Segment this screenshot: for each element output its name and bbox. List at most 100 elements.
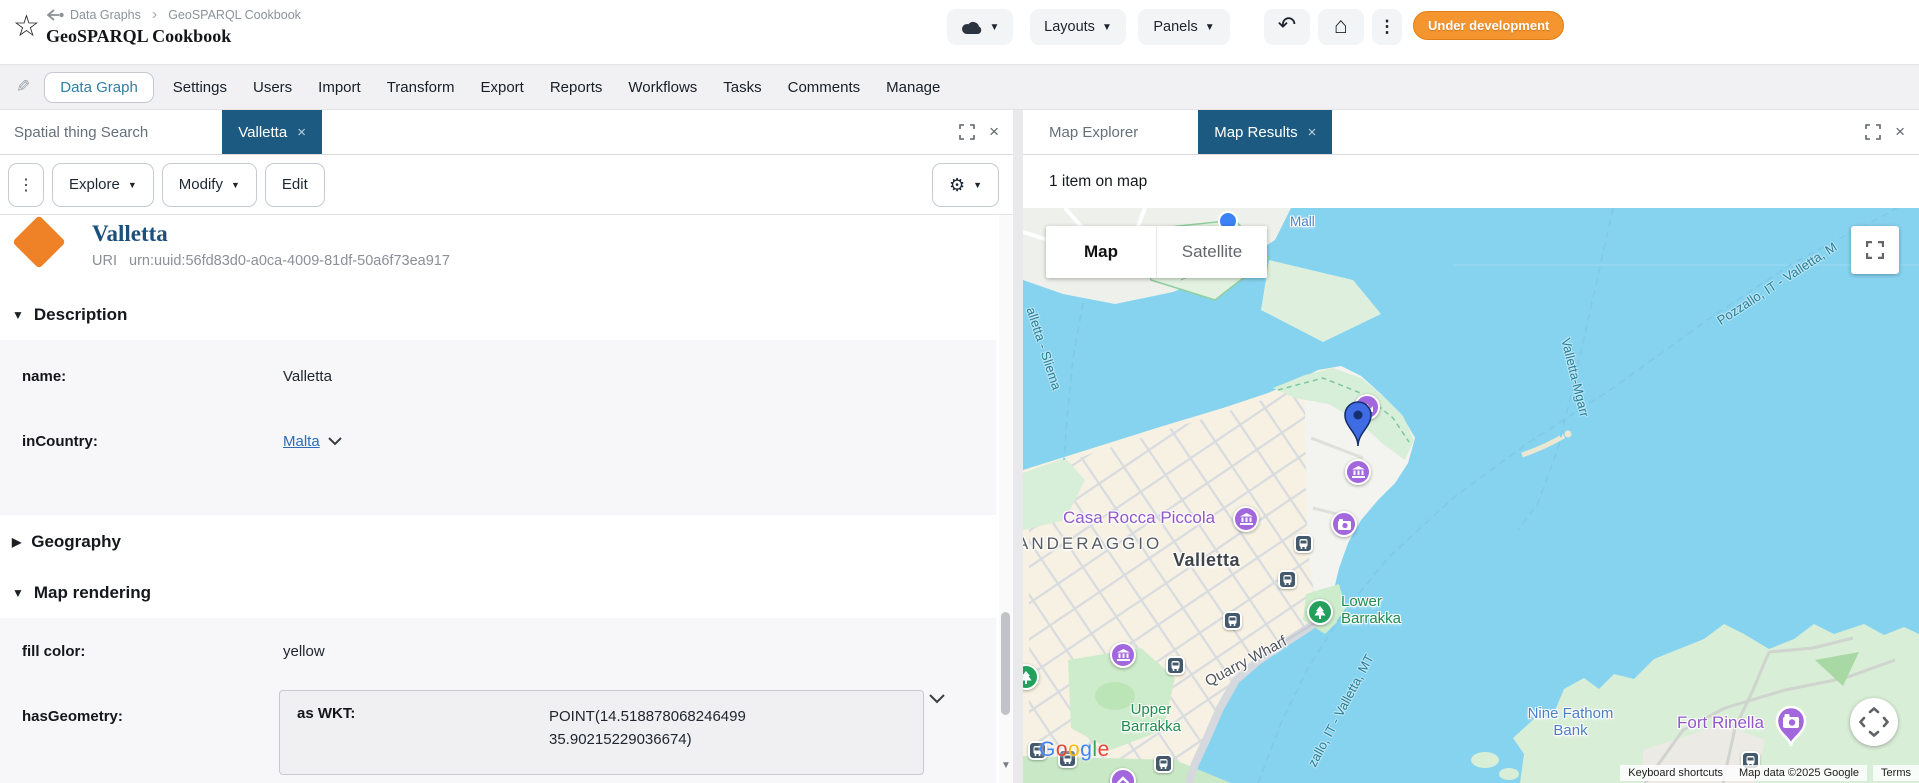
- section-geography[interactable]: ▶ Geography: [12, 532, 121, 552]
- map-pan-control[interactable]: [1850, 698, 1898, 746]
- tab-import[interactable]: Import: [318, 79, 361, 96]
- edit-button[interactable]: Edit: [265, 163, 325, 207]
- malta-link[interactable]: Malta: [283, 433, 320, 450]
- tab-users[interactable]: Users: [253, 79, 292, 96]
- breadcrumb-item[interactable]: Data Graphs: [70, 8, 141, 22]
- panels-label: Panels: [1153, 19, 1197, 35]
- explore-button[interactable]: Explore ▼: [52, 163, 154, 207]
- layouts-button[interactable]: Layouts▼: [1030, 9, 1126, 45]
- section-map-rendering[interactable]: ▼ Map rendering: [12, 583, 151, 603]
- left-panel-scrollbar[interactable]: ▼: [999, 215, 1012, 783]
- close-tab-icon[interactable]: ×: [297, 124, 306, 141]
- poi-photo-icon[interactable]: [1331, 511, 1357, 537]
- google-logo[interactable]: Google: [1039, 738, 1110, 762]
- google-map[interactable]: Mall Casa Rocca Piccola ANDERAGGIO Valle…: [1023, 208, 1919, 783]
- bus-stop-icon[interactable]: [1223, 611, 1242, 630]
- map-label-lower-barrakka: Lower Barrakka: [1341, 594, 1427, 627]
- tab-workflows[interactable]: Workflows: [628, 79, 697, 96]
- map-type-satellite-button[interactable]: Satellite: [1157, 226, 1267, 278]
- fillcolor-field-label: fill color:: [22, 643, 85, 660]
- chevron-down-icon: ▼: [1205, 22, 1215, 33]
- favorite-star-icon[interactable]: ☆: [13, 12, 40, 42]
- pan-arrows-icon: [1859, 707, 1889, 737]
- scrollbar-down-arrow[interactable]: ▼: [1001, 760, 1011, 771]
- map-type-map-button[interactable]: Map: [1046, 226, 1156, 278]
- result-map-pin[interactable]: [1343, 401, 1373, 447]
- collapse-triangle-icon: ▼: [12, 586, 24, 600]
- toolbar-kebab-button[interactable]: ⋮: [8, 163, 44, 207]
- chevron-down-icon: ▼: [990, 22, 1000, 33]
- expand-geometry-chevron-icon[interactable]: [928, 693, 946, 705]
- section-map-rendering-label: Map rendering: [34, 583, 151, 603]
- explore-label: Explore: [69, 176, 120, 193]
- map-label-nine-fathom-bank: Nine Fathom Bank: [1523, 705, 1618, 740]
- tab-reports[interactable]: Reports: [550, 79, 603, 96]
- close-panel-icon[interactable]: ×: [1895, 122, 1905, 142]
- section-description[interactable]: ▼ Description: [12, 305, 127, 325]
- tab-settings[interactable]: Settings: [173, 79, 227, 96]
- bus-stop-icon[interactable]: [1278, 570, 1297, 589]
- tab-map-explorer[interactable]: Map Explorer: [1023, 110, 1152, 154]
- scrollbar-thumb[interactable]: [1001, 612, 1010, 715]
- expand-panel-icon[interactable]: [1865, 124, 1881, 140]
- bus-stop-icon[interactable]: [1294, 534, 1313, 553]
- map-terrain: [1023, 208, 1919, 783]
- undo-icon: ↶: [1278, 12, 1296, 38]
- undo-button[interactable]: ↶: [1264, 9, 1310, 45]
- home-button[interactable]: ⌂: [1318, 9, 1364, 45]
- keyboard-shortcuts-link[interactable]: Keyboard shortcuts: [1620, 765, 1731, 781]
- tab-spatial-thing-search[interactable]: Spatial thing Search: [0, 110, 162, 154]
- tab-manage[interactable]: Manage: [886, 79, 940, 96]
- cloud-menu-button[interactable]: ▼: [947, 9, 1013, 45]
- map-label-manderaggio: ANDERAGGIO: [1023, 534, 1162, 554]
- tab-map-results[interactable]: Map Results ×: [1198, 110, 1332, 154]
- chevron-down-icon[interactable]: [328, 437, 342, 446]
- tab-export[interactable]: Export: [480, 79, 523, 96]
- map-fullscreen-button[interactable]: [1851, 226, 1899, 274]
- poi-museum-icon[interactable]: [1110, 642, 1136, 668]
- edit-label: Edit: [282, 176, 308, 193]
- fullscreen-icon: [1866, 241, 1884, 259]
- back-arrow-icon[interactable]: [46, 9, 64, 21]
- more-options-button[interactable]: ⋮: [1372, 9, 1402, 45]
- section-description-label: Description: [34, 305, 128, 325]
- poi-museum-icon[interactable]: [1345, 459, 1371, 485]
- bus-stop-icon[interactable]: [1166, 656, 1185, 675]
- under-development-badge: Under development: [1413, 11, 1564, 40]
- poi-museum-icon[interactable]: [1233, 506, 1259, 532]
- modify-button[interactable]: Modify▼: [162, 163, 257, 207]
- edit-pencil-icon[interactable]: ✎: [16, 77, 30, 97]
- tab-valletta-label: Valletta: [238, 124, 287, 141]
- breadcrumb: Data Graphs › GeoSPARQL Cookbook: [46, 6, 301, 24]
- map-label-fort-rinella: Fort Rinella: [1677, 713, 1764, 733]
- chevron-down-icon: ▼: [973, 180, 982, 190]
- map-type-control: Map Satellite: [1046, 226, 1267, 278]
- poi-photo-pin[interactable]: [1774, 706, 1808, 748]
- left-panel-tabbar: Spatial thing Search Valletta × ×: [0, 110, 1013, 155]
- left-panel-toolbar: ⋮ Explore▼ Modify▼ Edit ⚙▼: [0, 155, 1013, 215]
- settings-gear-button[interactable]: ⚙▼: [932, 163, 999, 207]
- tab-valletta[interactable]: Valletta ×: [222, 110, 322, 154]
- map-label-casa-rocca-piccola: Casa Rocca Piccola: [1063, 508, 1215, 528]
- tab-data-graph[interactable]: Data Graph: [44, 72, 154, 103]
- poi-park-tree-icon[interactable]: [1307, 599, 1333, 625]
- chevron-down-icon: ▼: [128, 180, 137, 190]
- map-attribution: Keyboard shortcuts Map data ©2025 Google…: [1620, 765, 1919, 781]
- gear-icon: ⚙: [949, 175, 965, 196]
- tab-comments[interactable]: Comments: [788, 79, 861, 96]
- right-panel-tabbar: Map Explorer Map Results × ×: [1023, 110, 1919, 155]
- hasgeometry-field-label: hasGeometry:: [22, 708, 123, 725]
- breadcrumb-separator: ›: [152, 6, 157, 24]
- tab-tasks[interactable]: Tasks: [723, 79, 761, 96]
- close-panel-icon[interactable]: ×: [989, 122, 999, 142]
- breadcrumb-item[interactable]: GeoSPARQL Cookbook: [168, 8, 301, 22]
- incountry-field-value: Malta: [283, 433, 342, 450]
- bus-stop-icon[interactable]: [1154, 754, 1173, 773]
- panels-button[interactable]: Panels ▼: [1138, 9, 1230, 45]
- terms-link[interactable]: Terms: [1873, 765, 1919, 781]
- collapsed-triangle-icon: ▶: [12, 535, 21, 549]
- expand-panel-icon[interactable]: [959, 124, 975, 140]
- close-tab-icon[interactable]: ×: [1308, 124, 1317, 141]
- tab-transform[interactable]: Transform: [387, 79, 455, 96]
- entity-detail-panel: Valletta URI urn:uuid:56fd83d0-a0ca-4009…: [0, 215, 1013, 783]
